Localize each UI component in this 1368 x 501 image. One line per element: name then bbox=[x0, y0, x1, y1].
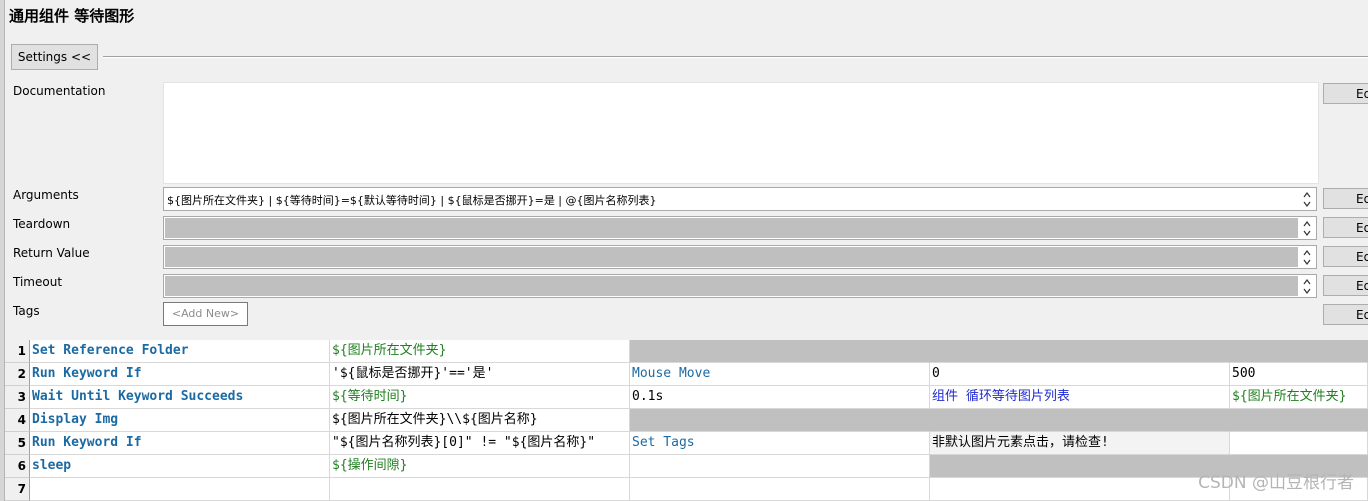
timeout-edit-button[interactable]: Edit bbox=[1323, 275, 1368, 296]
return-value-spinner[interactable] bbox=[1299, 247, 1315, 267]
table-cell[interactable] bbox=[930, 409, 1230, 432]
table-cell[interactable]: ${图片所在文件夹} bbox=[330, 340, 630, 363]
table-cell[interactable]: ${等待时间} bbox=[330, 386, 630, 409]
chevron-down-icon[interactable] bbox=[1303, 287, 1311, 295]
table-row: 7 bbox=[5, 478, 1368, 501]
table-cell[interactable]: Display Img bbox=[30, 409, 330, 432]
timeout-label: Timeout bbox=[13, 275, 63, 289]
table-cell[interactable] bbox=[630, 478, 930, 501]
arguments-field[interactable]: ${图片所在文件夹} | ${等待时间}=${默认等待时间} | ${鼠标是否挪… bbox=[163, 187, 1317, 211]
table-cell[interactable]: 500 bbox=[1230, 363, 1368, 386]
page-title: 通用组件 等待图形 bbox=[9, 7, 135, 25]
settings-toggle-button[interactable]: Settings << bbox=[11, 44, 98, 70]
arguments-value: ${图片所在文件夹} | ${等待时间}=${默认等待时间} | ${鼠标是否挪… bbox=[167, 194, 657, 207]
tags-edit-button[interactable]: Edit bbox=[1323, 304, 1368, 325]
row-number[interactable]: 7 bbox=[5, 478, 30, 501]
arguments-spinner[interactable] bbox=[1299, 189, 1315, 209]
return-value-field[interactable] bbox=[163, 245, 1317, 269]
timeout-value-area bbox=[165, 276, 1298, 296]
table-cell[interactable]: ${图片所在文件夹}\\${图片名称} bbox=[330, 409, 630, 432]
table-cell[interactable] bbox=[630, 409, 930, 432]
table-cell[interactable] bbox=[330, 478, 630, 501]
teardown-edit-button[interactable]: Edit bbox=[1323, 217, 1368, 238]
table-row: 5 Run Keyword If "${图片名称列表}[0]" != "${图片… bbox=[5, 432, 1368, 455]
table-cell[interactable] bbox=[630, 340, 930, 363]
table-cell[interactable] bbox=[1230, 432, 1368, 455]
table-cell[interactable]: 0 bbox=[930, 363, 1230, 386]
row-number[interactable]: 2 bbox=[5, 363, 30, 386]
row-number[interactable]: 1 bbox=[5, 340, 30, 363]
table-cell[interactable] bbox=[930, 478, 1230, 501]
teardown-value-area bbox=[165, 218, 1298, 238]
arguments-label: Arguments bbox=[13, 188, 79, 202]
table-cell[interactable]: '${鼠标是否挪开}'=='是' bbox=[330, 363, 630, 386]
chevron-up-icon[interactable] bbox=[1303, 278, 1311, 286]
chevron-up-icon[interactable] bbox=[1303, 191, 1311, 199]
timeout-field[interactable] bbox=[163, 274, 1317, 298]
table-cell[interactable]: "${图片名称列表}[0]" != "${图片名称}" bbox=[330, 432, 630, 455]
teardown-field[interactable] bbox=[163, 216, 1317, 240]
row-number[interactable]: 5 bbox=[5, 432, 30, 455]
table-cell[interactable]: Set Tags bbox=[630, 432, 930, 455]
teardown-spinner[interactable] bbox=[1299, 218, 1315, 238]
table-cell[interactable] bbox=[930, 455, 1230, 478]
table-cell[interactable] bbox=[630, 455, 930, 478]
table-cell[interactable]: 组件 循环等待图片列表 bbox=[930, 386, 1230, 409]
keyword-grid: 1 Set Reference Folder ${图片所在文件夹} 2 Run … bbox=[5, 340, 1368, 501]
table-cell[interactable]: 0.1s bbox=[630, 386, 930, 409]
chevron-down-icon[interactable] bbox=[1303, 258, 1311, 266]
documentation-field[interactable] bbox=[163, 82, 1319, 184]
settings-separator bbox=[103, 56, 1368, 58]
table-cell[interactable]: ${操作间隙} bbox=[330, 455, 630, 478]
chevron-up-icon[interactable] bbox=[1303, 220, 1311, 228]
return-value-area bbox=[165, 247, 1298, 267]
table-cell[interactable] bbox=[30, 478, 330, 501]
table-cell[interactable]: Wait Until Keyword Succeeds bbox=[30, 386, 330, 409]
table-row: 4 Display Img ${图片所在文件夹}\\${图片名称} bbox=[5, 409, 1368, 432]
table-cell[interactable]: ${图片所在文件夹} bbox=[1230, 386, 1368, 409]
chevron-down-icon[interactable] bbox=[1303, 229, 1311, 237]
table-cell[interactable]: Run Keyword If bbox=[30, 432, 330, 455]
table-cell[interactable]: sleep bbox=[30, 455, 330, 478]
table-cell[interactable]: 非默认图片元素点击，请检查! bbox=[930, 432, 1230, 455]
table-cell[interactable]: Mouse Move bbox=[630, 363, 930, 386]
row-number[interactable]: 4 bbox=[5, 409, 30, 432]
table-row: 1 Set Reference Folder ${图片所在文件夹} bbox=[5, 340, 1368, 363]
teardown-label: Teardown bbox=[13, 217, 71, 231]
tags-label: Tags bbox=[13, 304, 40, 318]
timeout-spinner[interactable] bbox=[1299, 276, 1315, 296]
table-row: 6 sleep ${操作间隙} bbox=[5, 455, 1368, 478]
arguments-edit-button[interactable]: Edit bbox=[1323, 188, 1368, 209]
row-number[interactable]: 3 bbox=[5, 386, 30, 409]
table-cell[interactable] bbox=[1230, 340, 1368, 363]
chevron-up-icon[interactable] bbox=[1303, 249, 1311, 257]
table-cell[interactable]: Run Keyword If bbox=[30, 363, 330, 386]
watermark: CSDN @山豆根行者 bbox=[1198, 473, 1354, 493]
chevron-down-icon[interactable] bbox=[1303, 200, 1311, 208]
table-cell[interactable] bbox=[1230, 409, 1368, 432]
add-tag-button[interactable]: <Add New> bbox=[163, 302, 248, 326]
return-value-label: Return Value bbox=[13, 246, 90, 260]
row-number[interactable]: 6 bbox=[5, 455, 30, 478]
documentation-edit-button[interactable]: Edit bbox=[1323, 83, 1368, 104]
table-row: 2 Run Keyword If '${鼠标是否挪开}'=='是' Mouse … bbox=[5, 363, 1368, 386]
table-row: 3 Wait Until Keyword Succeeds ${等待时间} 0.… bbox=[5, 386, 1368, 409]
table-cell[interactable] bbox=[930, 340, 1230, 363]
documentation-label: Documentation bbox=[13, 84, 106, 98]
table-cell[interactable]: Set Reference Folder bbox=[30, 340, 330, 363]
return-value-edit-button[interactable]: Edit bbox=[1323, 246, 1368, 267]
